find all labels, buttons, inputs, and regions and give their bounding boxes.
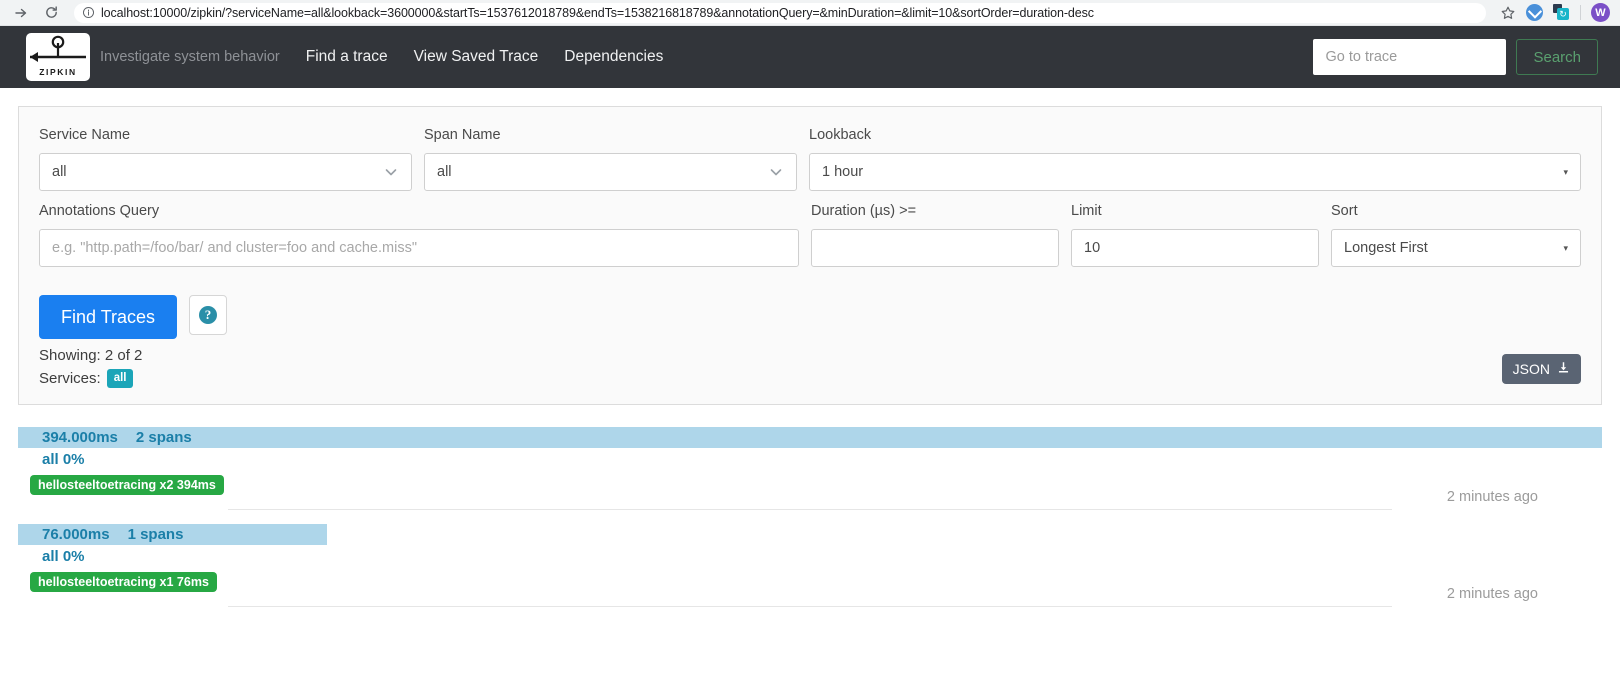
- goto-trace-input[interactable]: [1313, 39, 1507, 75]
- json-download-button[interactable]: JSON: [1501, 353, 1581, 384]
- extension-icon[interactable]: ↻: [1553, 4, 1570, 21]
- lookback-value: 1 hour: [822, 164, 864, 180]
- sort-select[interactable]: Longest First ▾: [1331, 229, 1581, 267]
- trace-service-badge[interactable]: hellosteeltoetracing x1 76ms: [30, 571, 217, 592]
- trace-duration: 394.000ms: [42, 428, 118, 446]
- span-name-field: Span Name all: [424, 127, 797, 191]
- service-name-field: Service Name all: [39, 127, 412, 191]
- json-label: JSON: [1512, 360, 1550, 377]
- trace-span-count: 2 spans: [135, 428, 192, 446]
- zipkin-tagline: Investigate system behavior: [100, 49, 280, 65]
- services-badge[interactable]: all: [106, 369, 134, 388]
- service-name-value: all: [52, 164, 67, 180]
- reload-icon[interactable]: [40, 2, 62, 24]
- trace-subtitle: all 0%: [42, 450, 85, 468]
- trace-duration: 76.000ms: [42, 525, 110, 543]
- lookback-select[interactable]: 1 hour ▾: [809, 153, 1581, 191]
- duration-label: Duration (µs) >=: [811, 203, 917, 219]
- service-name-select[interactable]: all: [39, 153, 412, 191]
- table-row[interactable]: 76.000ms 1 spans all 0% hellosteeltoetra…: [18, 523, 1602, 621]
- nav-view-saved-trace[interactable]: View Saved Trace: [414, 48, 539, 66]
- limit-input[interactable]: [1071, 229, 1319, 267]
- download-icon: [1557, 361, 1570, 377]
- form-row-two: Annotations Query Duration (µs) >= Limit…: [39, 203, 1581, 267]
- lookback-field: Lookback 1 hour ▾: [809, 127, 1581, 191]
- trace-duration-bar[interactable]: 76.000ms 1 spans: [18, 523, 327, 545]
- help-button[interactable]: ?: [189, 295, 228, 335]
- address-bar[interactable]: localhost:10000/zipkin/?serviceName=all&…: [74, 2, 1486, 23]
- search-button[interactable]: Search: [1516, 39, 1598, 75]
- trace-timestamp: 2 minutes ago: [1446, 585, 1538, 602]
- limit-field: Limit: [1071, 203, 1319, 267]
- row-divider: [228, 508, 1392, 510]
- annotations-query-label: Annotations Query: [39, 203, 160, 219]
- panel-actions: Find Traces ? Showing: 2 of 2 Services: …: [39, 279, 1581, 388]
- duration-field: Duration (µs) >=: [811, 203, 1059, 267]
- form-row-one: Service Name all Span Name all Lookback …: [39, 127, 1581, 191]
- extension-glyph-front: ↻: [1557, 8, 1569, 20]
- trace-span-count: 1 spans: [127, 525, 184, 543]
- site-info-icon[interactable]: [82, 6, 95, 19]
- zipkin-logo[interactable]: ZIPKIN: [26, 33, 90, 81]
- find-traces-button[interactable]: Find Traces: [39, 295, 178, 339]
- chevron-down-icon: [383, 164, 399, 180]
- table-row[interactable]: 394.000ms 2 spans all 0% hellosteeltoetr…: [18, 426, 1602, 524]
- browser-toolbar: localhost:10000/zipkin/?serviceName=all&…: [0, 0, 1620, 26]
- trace-search-panel: Service Name all Span Name all Lookback …: [18, 106, 1602, 405]
- zipkin-navbar: ZIPKIN Investigate system behavior Find …: [0, 26, 1620, 88]
- limit-label: Limit: [1071, 203, 1102, 219]
- browser-actions: ↻ W: [1494, 3, 1610, 22]
- sort-label: Sort: [1331, 203, 1358, 219]
- row-divider: [228, 605, 1392, 607]
- showing-count: Showing: 2 of 2: [39, 347, 143, 364]
- sort-field: Sort Longest First ▾: [1331, 203, 1581, 267]
- span-name-select[interactable]: all: [424, 153, 797, 191]
- trace-timestamp: 2 minutes ago: [1446, 488, 1538, 505]
- duration-input[interactable]: [811, 229, 1059, 267]
- nav-find-a-trace[interactable]: Find a trace: [306, 48, 388, 66]
- chevron-down-icon: [768, 164, 784, 180]
- find-traces-row: Find Traces ?: [39, 295, 228, 339]
- forward-arrow-icon[interactable]: [10, 2, 32, 24]
- span-name-label: Span Name: [424, 127, 501, 143]
- nav-dependencies[interactable]: Dependencies: [564, 48, 663, 66]
- url-text: localhost:10000/zipkin/?serviceName=all&…: [101, 5, 1094, 20]
- sort-value: Longest First: [1344, 240, 1428, 256]
- trace-subtitle: all 0%: [42, 547, 85, 565]
- services-label: Services:: [39, 369, 101, 387]
- extension-icon[interactable]: [1526, 4, 1543, 21]
- trace-duration-bar[interactable]: 394.000ms 2 spans: [18, 426, 1602, 448]
- annotations-query-field: Annotations Query: [39, 203, 799, 267]
- trace-service-badge[interactable]: hellosteeltoetracing x2 394ms: [30, 474, 224, 495]
- services-line: Services: all: [39, 369, 227, 388]
- question-mark-icon: ?: [199, 306, 218, 324]
- toolbar-divider: [1580, 5, 1581, 20]
- navbar-links: Find a trace View Saved Trace Dependenci…: [306, 48, 664, 66]
- lookback-label: Lookback: [809, 127, 872, 143]
- star-icon[interactable]: [1500, 5, 1516, 21]
- annotations-query-input[interactable]: [39, 229, 799, 267]
- trace-results-list: 394.000ms 2 spans all 0% hellosteeltoetr…: [18, 426, 1602, 621]
- navbar-search-group: Search: [1313, 39, 1598, 75]
- chevron-down-icon: ▾: [1563, 242, 1568, 253]
- span-name-value: all: [437, 164, 452, 180]
- service-name-label: Service Name: [39, 127, 131, 143]
- chevron-down-icon: ▾: [1563, 166, 1568, 177]
- actions-left: Find Traces ? Showing: 2 of 2 Services: …: [39, 279, 228, 388]
- page-body: Service Name all Span Name all Lookback …: [0, 88, 1620, 621]
- avatar[interactable]: W: [1591, 3, 1610, 22]
- svg-text:ZIPKIN: ZIPKIN: [39, 67, 76, 77]
